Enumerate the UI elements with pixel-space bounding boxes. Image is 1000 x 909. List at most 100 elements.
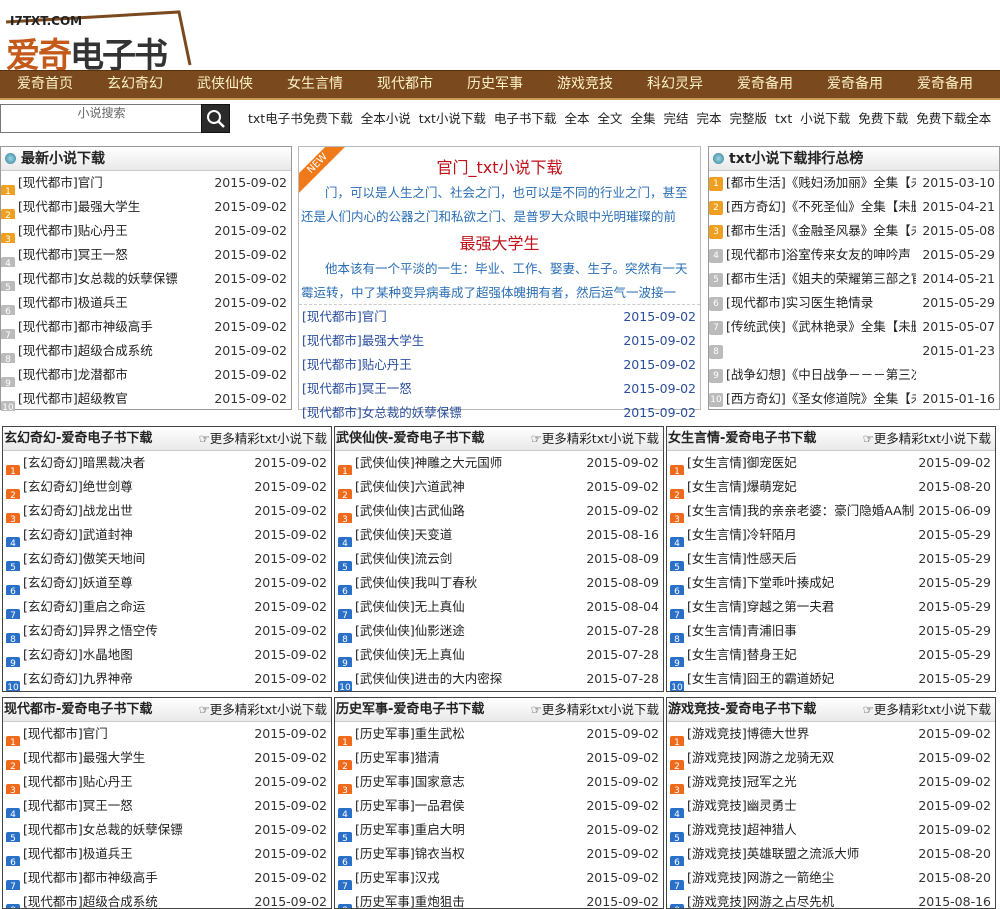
list-item[interactable]: 6[历史军事]锦衣当权 2015-09-02 [338, 842, 663, 866]
book-link[interactable]: [游戏竞技]幽灵勇士 [687, 794, 797, 818]
list-item[interactable]: 8[女生言情]青浦旧事 2015-05-29 [670, 619, 995, 643]
book-link[interactable]: [武侠仙侠]天变道 [355, 523, 452, 547]
list-item[interactable]: 5[现代都市]女总裁的妖孽保镖 2015-09-02 [1, 267, 291, 291]
list-item[interactable]: 6[现代都市]极道兵王 2015-09-02 [6, 842, 331, 866]
list-item[interactable]: 9 [战争幻想]《中日战争－－－第三次世 [709, 363, 999, 387]
list-item[interactable]: 1 [都市生活]《贱妇汤加丽》全集【未 2015-03-10 [709, 171, 999, 195]
book-link[interactable]: [传统武侠]《武林艳录》全集【未删 [726, 315, 916, 339]
list-item[interactable]: 4[玄幻奇幻]武道封神 2015-09-02 [6, 523, 331, 547]
book-link[interactable]: [现代都市]冥王一怒 [302, 377, 412, 401]
book-link[interactable]: [现代都市]浴室传来女友的呻吟声 [726, 243, 911, 267]
list-item[interactable]: [现代都市]女总裁的妖孽保镖 2015-09-02 [302, 401, 700, 425]
list-item[interactable]: 6[武侠仙侠]我叫丁春秋 2015-08-09 [338, 571, 663, 595]
book-link[interactable]: [现代都市]最强大学生 [18, 195, 140, 219]
list-item[interactable]: 2[现代都市]最强大学生 2015-09-02 [6, 746, 331, 770]
more-link[interactable]: ☞更多精彩txt小说下载 [531, 427, 659, 451]
more-link[interactable]: ☞更多精彩txt小说下载 [199, 698, 327, 722]
tag-link[interactable]: 电子书下载 [494, 111, 557, 126]
book-link[interactable]: [现代都市]最强大学生 [302, 329, 424, 353]
book-link[interactable]: [历史军事]锦衣当权 [355, 842, 465, 866]
tag-link[interactable]: 全本 [564, 111, 589, 126]
category-title[interactable]: 现代都市-爱奇电子书下载 [4, 702, 152, 717]
list-item[interactable]: 4[现代都市]冥王一怒 2015-09-02 [1, 243, 291, 267]
book-link[interactable]: [女生言情]冷轩陌月 [687, 523, 797, 547]
book-link[interactable]: [现代都市]超级合成系统 [23, 890, 158, 908]
list-item[interactable]: 4[现代都市]冥王一怒 2015-09-02 [6, 794, 331, 818]
tag-link[interactable]: txt小说下载 [419, 111, 486, 126]
featured-book1-title[interactable]: 官门_txt小说下载 [299, 155, 700, 181]
more-link[interactable]: ☞更多精彩txt小说下载 [863, 427, 991, 451]
category-title[interactable]: 玄幻奇幻-爱奇电子书下载 [4, 431, 152, 446]
book-link[interactable]: [历史军事]重炮狙击 [355, 890, 465, 908]
list-item[interactable]: 1[现代都市]官门 2015-09-02 [1, 171, 291, 195]
nav-item[interactable]: 爱奇备用 [900, 71, 990, 98]
book-link[interactable]: [玄幻奇幻]重启之命运 [23, 595, 145, 619]
nav-item[interactable]: 游戏竞技 [540, 71, 630, 98]
book-link[interactable]: [玄幻奇幻]异界之悟空传 [23, 619, 158, 643]
category-title[interactable]: 女生言情-爱奇电子书下载 [668, 431, 816, 446]
list-item[interactable]: 2[现代都市]最强大学生 2015-09-02 [1, 195, 291, 219]
book-link[interactable]: [武侠仙侠]六道武神 [355, 475, 465, 499]
book-link[interactable]: [现代都市]都市神级高手 [23, 866, 158, 890]
list-item[interactable]: 3[游戏竞技]冠军之光 2015-09-02 [670, 770, 995, 794]
list-item[interactable]: 5 [都市生活]《姐夫的荣耀第三部之官 2014-05-21 [709, 267, 999, 291]
list-item[interactable]: 7[游戏竞技]网游之一箭绝尘 2015-08-20 [670, 866, 995, 890]
tag-link[interactable]: 小说下载 [800, 111, 850, 126]
book-link[interactable]: [现代都市]官门 [18, 171, 103, 195]
book-link[interactable]: [游戏竞技]冠军之光 [687, 770, 797, 794]
list-item[interactable]: 8[现代都市]超级合成系统 2015-09-02 [6, 890, 331, 908]
list-item[interactable]: 6[游戏竞技]英雄联盟之流派大师 2015-08-20 [670, 842, 995, 866]
book-link[interactable]: [玄幻奇幻]傲笑天地间 [23, 547, 145, 571]
list-item[interactable]: 4[女生言情]冷轩陌月 2015-05-29 [670, 523, 995, 547]
tag-link[interactable]: 完本 [697, 111, 722, 126]
list-item[interactable]: 7[现代都市]都市神级高手 2015-09-02 [6, 866, 331, 890]
book-link[interactable]: [武侠仙侠]流云剑 [355, 547, 452, 571]
nav-item[interactable]: 爱奇备用 [810, 71, 900, 98]
list-item[interactable]: 3[现代都市]贴心丹王 2015-09-02 [6, 770, 331, 794]
book-link[interactable]: [现代都市]极道兵王 [18, 291, 128, 315]
book-link[interactable]: [现代都市]贴心丹王 [18, 219, 128, 243]
book-link[interactable]: [游戏竞技]博德大世界 [687, 722, 809, 746]
list-item[interactable]: 2[玄幻奇幻]绝世剑尊 2015-09-02 [6, 475, 331, 499]
list-item[interactable]: 4[历史军事]一品君侯 2015-09-02 [338, 794, 663, 818]
tag-link[interactable]: 免费下载全本 [916, 111, 991, 126]
book-link[interactable]: [历史军事]猎清 [355, 746, 440, 770]
list-item[interactable]: 8 2015-01-23 [709, 339, 999, 363]
book-link[interactable]: [现代都市]极道兵王 [23, 842, 133, 866]
list-item[interactable]: 1[玄幻奇幻]暗黑裁决者 2015-09-02 [6, 451, 331, 475]
list-item[interactable]: 3[现代都市]贴心丹王 2015-09-02 [1, 219, 291, 243]
list-item[interactable]: 6[玄幻奇幻]妖道至尊 2015-09-02 [6, 571, 331, 595]
book-link[interactable]: [女生言情]御宠医妃 [687, 451, 797, 475]
category-title[interactable]: 武侠仙侠-爱奇电子书下载 [336, 431, 484, 446]
list-item[interactable]: 7[女生言情]穿越之第一夫君 2015-05-29 [670, 595, 995, 619]
list-item[interactable]: 5[玄幻奇幻]傲笑天地间 2015-09-02 [6, 547, 331, 571]
list-item[interactable]: 8[武侠仙侠]仙影迷途 2015-07-28 [338, 619, 663, 643]
category-title[interactable]: 历史军事-爱奇电子书下载 [336, 702, 484, 717]
book-link[interactable]: [玄幻奇幻]战龙出世 [23, 499, 133, 523]
book-link[interactable]: [游戏竞技]英雄联盟之流派大师 [687, 842, 859, 866]
tag-link[interactable]: 全文 [597, 111, 622, 126]
list-item[interactable]: 3[玄幻奇幻]战龙出世 2015-09-02 [6, 499, 331, 523]
book-link[interactable]: [历史军事]汉戎 [355, 866, 440, 890]
book-link[interactable]: [都市生活]《金融圣风暴》全集【未 [726, 219, 916, 243]
list-item[interactable]: 8[现代都市]超级合成系统 2015-09-02 [1, 339, 291, 363]
book-link[interactable]: [现代都市]冥王一怒 [18, 243, 128, 267]
list-item[interactable]: [现代都市]贴心丹王 2015-09-02 [302, 353, 700, 377]
list-item[interactable]: 5[女生言情]性感天后 2015-05-29 [670, 547, 995, 571]
list-item[interactable]: 4[武侠仙侠]天变道 2015-08-16 [338, 523, 663, 547]
book-link[interactable]: [游戏竞技]网游之占尽先机 [687, 890, 834, 908]
book-link[interactable]: [玄幻奇幻]绝世剑尊 [23, 475, 133, 499]
nav-item[interactable]: 历史军事 [450, 71, 540, 98]
book-link[interactable]: [都市生活]《贱妇汤加丽》全集【未 [726, 171, 916, 195]
list-item[interactable]: 10[武侠仙侠]进击的大内密探 2015-07-28 [338, 667, 663, 691]
book-link[interactable]: [游戏竞技]网游之一箭绝尘 [687, 866, 834, 890]
category-title[interactable]: 游戏竞技-爱奇电子书下载 [668, 702, 816, 717]
book-link[interactable]: [武侠仙侠]仙影迷途 [355, 619, 465, 643]
book-link[interactable]: [现代都市]女总裁的妖孽保镖 [302, 401, 462, 425]
nav-item[interactable]: 武侠仙侠 [180, 71, 270, 98]
list-item[interactable]: 6[女生言情]下堂乖叶揍成妃 2015-05-29 [670, 571, 995, 595]
list-item[interactable]: 8[游戏竞技]网游之占尽先机 2015-08-16 [670, 890, 995, 908]
book-link[interactable]: [现代都市]龙潜都市 [18, 363, 128, 387]
book-link[interactable]: [女生言情]替身王妃 [687, 643, 797, 667]
list-item[interactable]: 5[游戏竞技]超神猎人 2015-09-02 [670, 818, 995, 842]
